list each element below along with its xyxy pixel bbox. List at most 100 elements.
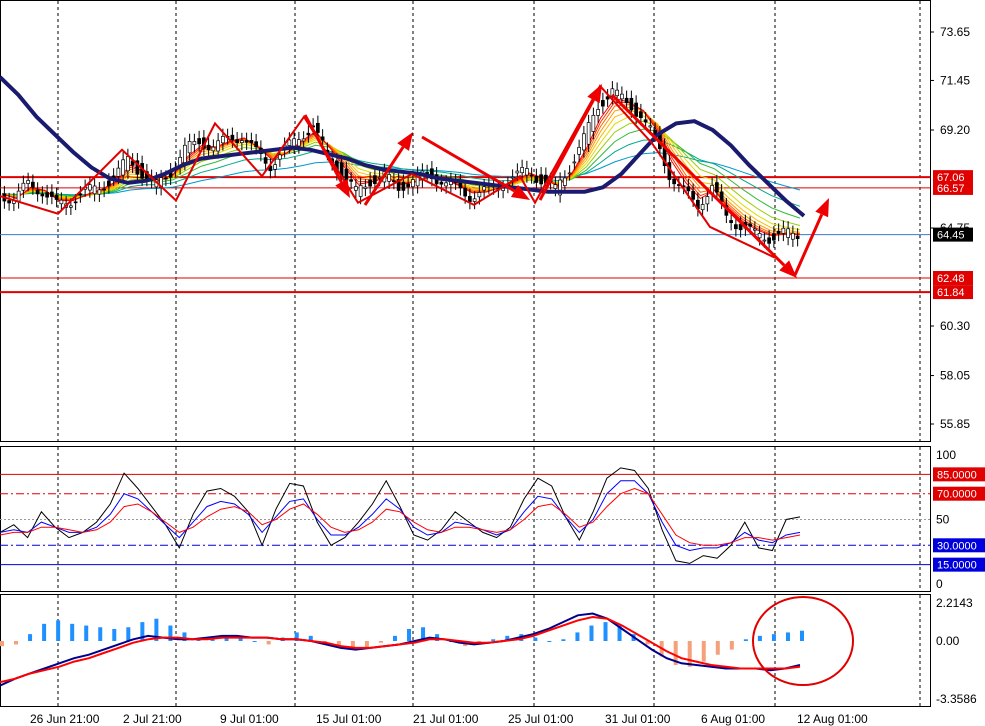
candle-body bbox=[54, 194, 59, 200]
candle-body bbox=[354, 186, 358, 191]
candle-body bbox=[92, 185, 97, 195]
candle-body bbox=[88, 184, 92, 191]
candle-body bbox=[16, 190, 21, 202]
candle-body bbox=[121, 159, 125, 176]
candle-body bbox=[59, 199, 64, 205]
candle-body bbox=[534, 175, 539, 183]
candle-body bbox=[377, 176, 382, 179]
candle-body bbox=[767, 237, 771, 244]
stochastic-level-label: 30.0000 bbox=[937, 540, 977, 552]
macd-histogram-bar bbox=[757, 635, 762, 641]
macd-axis-label: -3.3586 bbox=[936, 692, 977, 706]
macd-histogram-bar bbox=[785, 632, 790, 641]
time-axis-label: 31 Jul 01:00 bbox=[605, 712, 671, 726]
candle-body bbox=[539, 174, 543, 185]
candle-body bbox=[192, 141, 197, 146]
candle-body bbox=[586, 122, 591, 145]
candle-body bbox=[411, 179, 415, 188]
candle-body bbox=[425, 172, 429, 174]
macd-histogram-bar bbox=[407, 628, 412, 641]
macd-histogram-bar bbox=[378, 641, 383, 643]
macd-panel-frame bbox=[0, 594, 931, 707]
macd-histogram-bar bbox=[14, 641, 19, 645]
candle-body bbox=[406, 183, 410, 188]
candle-body bbox=[729, 220, 733, 224]
candle-body bbox=[164, 177, 168, 180]
candle-body bbox=[373, 175, 377, 184]
candle-body bbox=[31, 181, 35, 188]
candle-body bbox=[35, 189, 40, 195]
macd-histogram-bar bbox=[42, 623, 47, 641]
candle-body bbox=[624, 97, 629, 104]
macd-histogram-bar bbox=[112, 628, 117, 641]
macd-histogram-bar bbox=[84, 625, 89, 641]
candle-body bbox=[776, 230, 781, 234]
price-panel-frame bbox=[0, 0, 931, 442]
candle-body bbox=[211, 146, 216, 152]
candle-body bbox=[715, 182, 719, 193]
macd-histogram-bar bbox=[701, 641, 706, 662]
candle-body bbox=[463, 187, 467, 197]
level-price-label: 66.57 bbox=[937, 183, 965, 195]
candle-body bbox=[102, 188, 106, 191]
candle-body bbox=[515, 170, 520, 174]
macd-histogram-bar bbox=[364, 641, 369, 648]
time-axis-label: 12 Aug 01:00 bbox=[797, 712, 868, 726]
candle-body bbox=[301, 138, 306, 142]
time-axis-label: 15 Jul 01:00 bbox=[316, 712, 382, 726]
price-axis-label: 64.75 bbox=[940, 221, 970, 235]
candle-body bbox=[50, 191, 54, 197]
candle-body bbox=[292, 138, 296, 147]
candle-body bbox=[596, 109, 600, 116]
price-axis-label: 55.85 bbox=[940, 417, 970, 431]
candle-body bbox=[278, 154, 282, 160]
candle-body bbox=[392, 180, 396, 183]
stochastic-level-label: 70.0000 bbox=[937, 489, 977, 501]
candle-body bbox=[45, 192, 49, 198]
candle-body bbox=[786, 228, 790, 238]
candle-body bbox=[591, 114, 596, 132]
macd-histogram-bar bbox=[743, 639, 748, 641]
macd-histogram-bar bbox=[491, 639, 496, 641]
candle-body bbox=[748, 223, 752, 227]
macd-histogram-bar bbox=[575, 632, 580, 641]
candle-body bbox=[672, 178, 676, 185]
stochastic-level-label: 15.0000 bbox=[937, 560, 977, 572]
candle-body bbox=[221, 136, 225, 144]
candle-body bbox=[553, 184, 558, 189]
candle-body bbox=[216, 140, 220, 152]
price-axis-label: 60.30 bbox=[940, 319, 970, 333]
candle-body bbox=[235, 139, 239, 144]
candle-body bbox=[358, 185, 363, 197]
time-axis-label: 6 Aug 01:00 bbox=[701, 712, 765, 726]
candle-body bbox=[520, 167, 524, 174]
candle-body bbox=[7, 200, 11, 204]
macd-axis-label: 2.2143 bbox=[936, 596, 973, 610]
candle-body bbox=[577, 147, 581, 155]
trading-chart[interactable]: 85.0000 70.0000 30.0000 15.0000 100 50 0 2.214… bbox=[0, 0, 985, 726]
candle-body bbox=[206, 144, 211, 151]
macd-histogram-bar bbox=[252, 641, 257, 642]
candle-body bbox=[762, 239, 767, 242]
candle-body bbox=[757, 233, 762, 239]
macd-histogram-bar bbox=[0, 641, 4, 647]
macd-histogram-bar bbox=[28, 634, 33, 641]
macd-histogram-bar bbox=[589, 625, 594, 641]
candle-body bbox=[297, 139, 301, 147]
candle-body bbox=[601, 100, 605, 107]
candle-body bbox=[700, 204, 705, 211]
candle-body bbox=[781, 227, 786, 234]
candle-body bbox=[567, 172, 572, 175]
level-price-label: 61.84 bbox=[937, 287, 965, 299]
macd-histogram-bar bbox=[266, 641, 271, 645]
macd-histogram-bar bbox=[70, 623, 75, 641]
stochastic-axis-label: 0 bbox=[936, 577, 943, 591]
candle-body bbox=[73, 201, 78, 204]
candle-body bbox=[444, 182, 448, 187]
candle-body bbox=[639, 111, 643, 119]
candle-body bbox=[240, 140, 244, 143]
macd-histogram-bar bbox=[715, 641, 720, 655]
time-axis-label: 26 Jun 21:00 bbox=[30, 712, 100, 726]
candle-body bbox=[482, 186, 486, 191]
candle-body bbox=[525, 168, 529, 176]
